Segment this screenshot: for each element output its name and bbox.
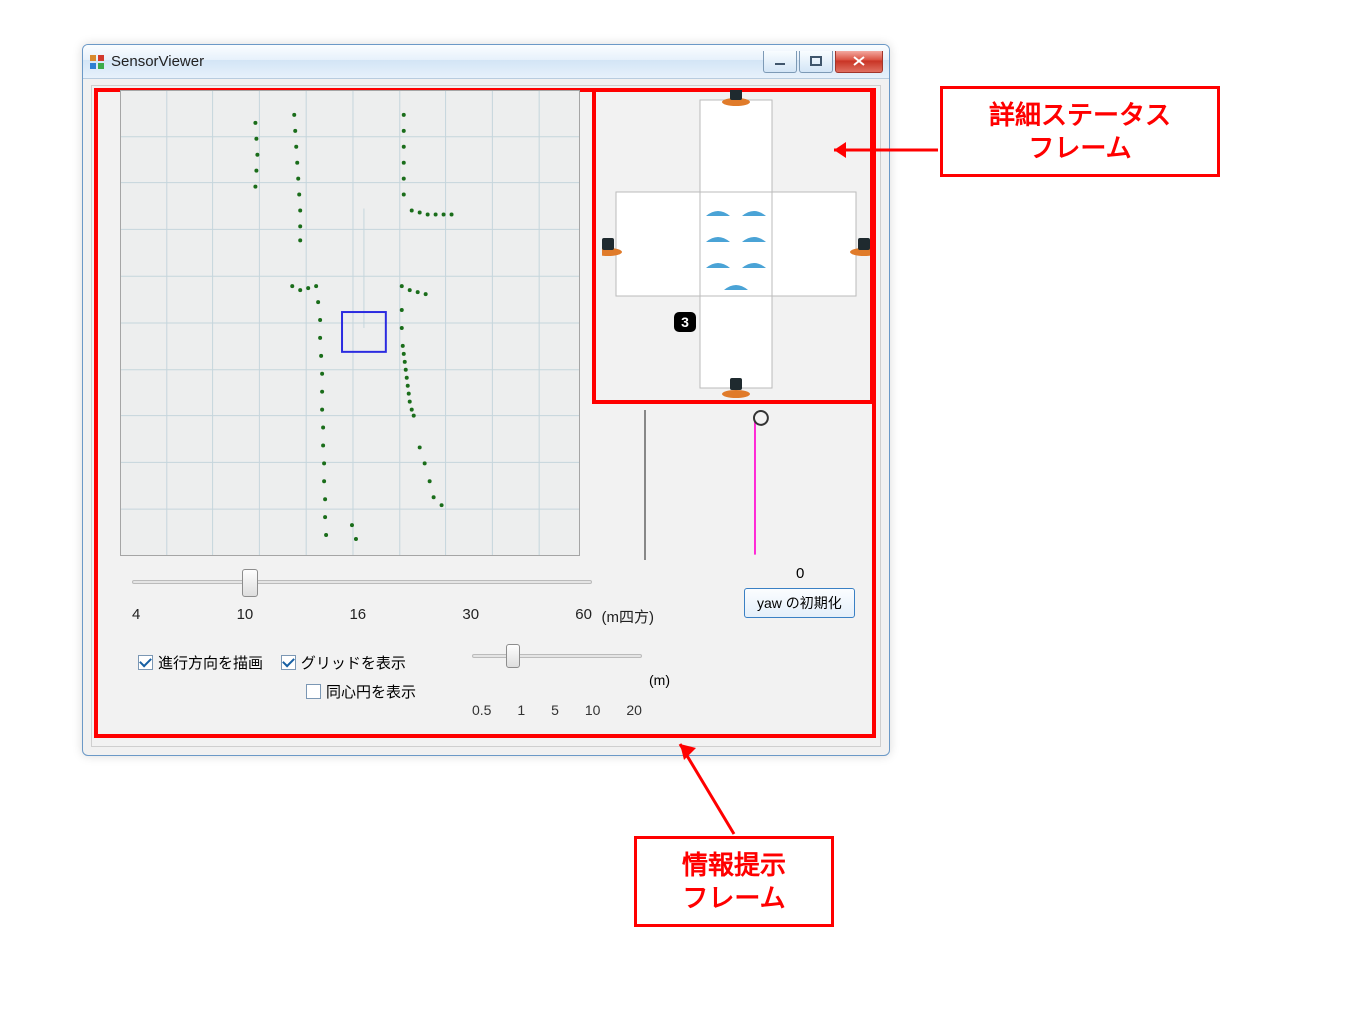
yaw-init-button[interactable]: yaw の初期化: [744, 588, 855, 618]
checkbox-label: 同心円を表示: [326, 681, 416, 702]
range-tick: 4: [132, 606, 140, 623]
circle-spacing-slider[interactable]: 0.5 1 5 10 20 (m): [472, 648, 642, 718]
circle-tick: 10: [585, 702, 601, 718]
maximize-button[interactable]: [799, 51, 833, 73]
checkbox-icon: [138, 655, 153, 670]
checkbox-show-circles[interactable]: 同心円を表示: [306, 681, 416, 702]
circle-tick: 1: [517, 702, 525, 718]
checkbox-draw-direction[interactable]: 進行方向を描画: [138, 652, 263, 673]
callout-text: フレーム: [959, 132, 1201, 165]
titlebar[interactable]: SensorViewer: [83, 45, 889, 79]
range-slider-labels: 4 10 16 30 60: [132, 606, 592, 623]
yaw-panel: 0 yaw の初期化: [644, 410, 864, 606]
callout-info-frame: 情報提示 フレーム: [634, 836, 834, 927]
app-window: SensorViewer: [82, 44, 890, 756]
callout-text: 情報提示: [653, 849, 815, 882]
circle-tick: 0.5: [472, 702, 491, 718]
range-tick: 60: [575, 606, 592, 623]
checkbox-show-grid[interactable]: グリッドを表示: [281, 652, 406, 673]
circle-slider-thumb[interactable]: [506, 644, 520, 668]
range-slider-row: 4 10 16 30 60 (m四方): [132, 572, 592, 642]
circle-slider-unit: (m): [649, 672, 670, 688]
checkbox-label: 進行方向を描画: [158, 652, 263, 673]
range-slider-thumb[interactable]: [242, 569, 258, 597]
checkbox-icon: [306, 684, 321, 699]
range-tick: 30: [462, 606, 479, 623]
circle-tick: 20: [626, 702, 642, 718]
circle-slider-labels: 0.5 1 5 10 20: [472, 702, 642, 718]
svg-text:3: 3: [681, 314, 689, 330]
callout-text: 詳細ステータス: [959, 99, 1201, 132]
app-icon: [89, 54, 105, 70]
window-title: SensorViewer: [111, 53, 204, 70]
checkbox-icon: [281, 655, 296, 670]
range-slider-unit: (m四方): [602, 606, 655, 627]
yaw-value: 0: [796, 565, 804, 582]
range-tick: 10: [237, 606, 254, 623]
scan-map-panel[interactable]: [120, 90, 580, 556]
range-tick: 16: [349, 606, 366, 623]
minimize-button[interactable]: [763, 51, 797, 73]
yaw-canvas: [644, 410, 864, 560]
scan-map-canvas: [121, 91, 579, 555]
status-panel: 3: [602, 90, 870, 400]
range-slider[interactable]: [132, 572, 592, 600]
callout-status-frame: 詳細ステータス フレーム: [940, 86, 1220, 177]
status-number-badge: 3: [674, 312, 696, 332]
close-button[interactable]: [835, 51, 883, 73]
client-area: 4 10 16 30 60 (m四方) 進行方向を描画 グリッドを表示 同心円を…: [91, 85, 881, 747]
circle-tick: 5: [551, 702, 559, 718]
checkbox-label: グリッドを表示: [301, 652, 406, 673]
callout-text: フレーム: [653, 882, 815, 915]
